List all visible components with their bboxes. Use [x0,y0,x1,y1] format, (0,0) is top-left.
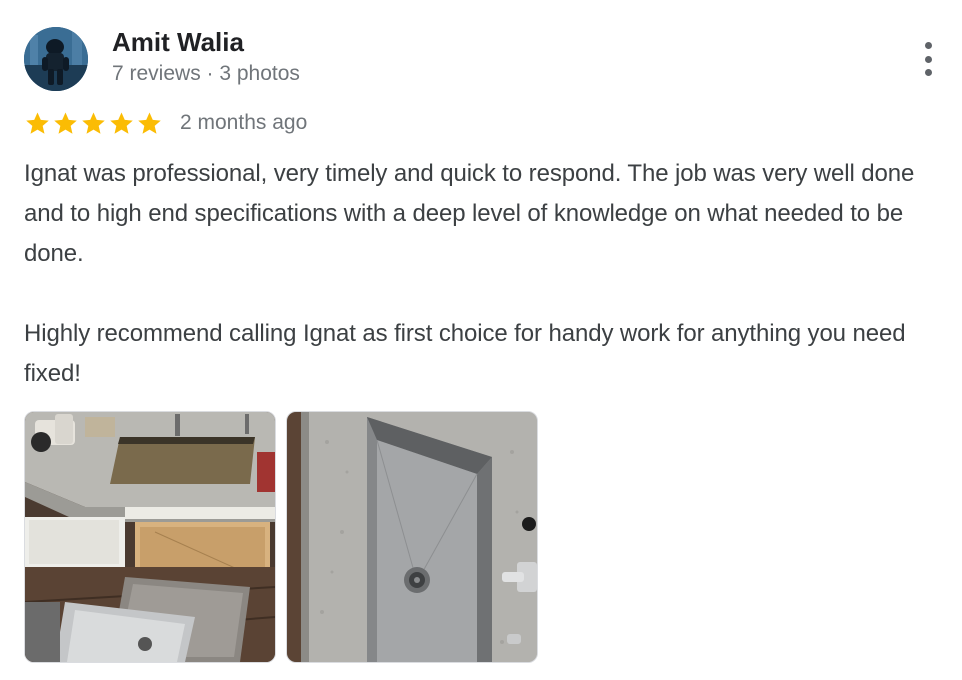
more-options-button[interactable] [912,38,944,80]
more-vert-icon-dot [924,69,932,76]
review-text: Ignat was professional, very timely and … [24,154,954,394]
author-name[interactable]: Amit Walia [112,27,244,58]
review-paragraph: Highly recommend calling Ignat as first … [24,320,906,387]
avatar-image [24,27,88,91]
author-meta: 7 reviews · 3 photos [112,62,300,85]
star-icon [54,111,77,134]
star-icon [82,111,105,134]
review-paragraph: Ignat was professional, very timely and … [24,160,915,267]
more-vert-icon-dot [924,55,932,63]
photo-image [287,412,537,662]
avatar[interactable] [24,27,88,91]
star-icon [26,111,49,134]
photo-kitchen-sink-removal[interactable] [24,411,276,663]
photo-image [25,412,275,662]
star-icon [138,111,161,134]
star-rating [24,110,164,137]
review-date: 2 months ago [180,111,308,134]
rating-row: 2 months ago [24,108,307,138]
star-icon [110,111,133,134]
review-photos [24,411,538,663]
more-vert-icon [924,42,932,49]
photo-stainless-sink-installed[interactable] [286,411,538,663]
